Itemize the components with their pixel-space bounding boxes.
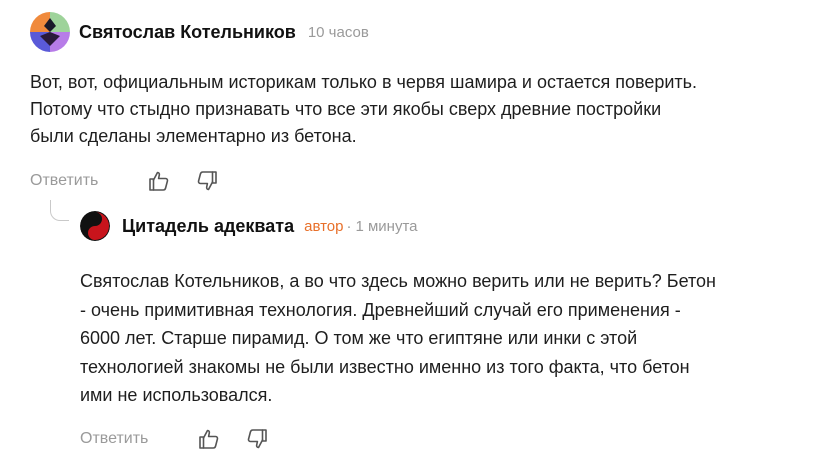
- comment-header: Святослав Котельников 10 часов: [30, 10, 810, 54]
- comment-text-line: Потому что стыдно признавать что все эти…: [30, 99, 662, 119]
- thumbs-up-icon[interactable]: [196, 426, 222, 452]
- comment-text-line: - очень примитивная технология. Древнейш…: [80, 299, 681, 320]
- comment-actions: Ответить: [80, 424, 800, 454]
- thumbs-up-icon[interactable]: [146, 168, 172, 194]
- reply-button[interactable]: Ответить: [80, 430, 148, 448]
- comment-text: Вот, вот, официальным историкам только в…: [30, 69, 810, 150]
- meta-separator: ·: [346, 217, 352, 235]
- comment-time: 1 минута: [355, 217, 418, 235]
- comment: Святослав Котельников 10 часов Вот, вот,…: [30, 10, 810, 196]
- comment-text-line: ими не использовался.: [80, 385, 273, 405]
- author-badge: автор: [304, 217, 344, 235]
- comment-header: Цитадель адеквата автор · 1 минута: [80, 204, 800, 248]
- comment-text-line: технологией знакомы не были известно име…: [80, 356, 690, 377]
- comment-text: Святослав Котельников, а во что здесь мо…: [80, 267, 800, 410]
- reply-comment: Цитадель адеквата автор · 1 минута Свято…: [80, 204, 800, 454]
- reply-button[interactable]: Ответить: [30, 172, 98, 190]
- author-name[interactable]: Святослав Котельников: [79, 22, 296, 43]
- comment-text-line: 6000 лет. Старше пирамид. О том же что е…: [80, 328, 638, 348]
- thumbs-down-icon[interactable]: [244, 426, 270, 452]
- comment-text-line: Святослав Котельников, а во что здесь мо…: [80, 271, 716, 291]
- thumbs-down-icon[interactable]: [194, 168, 220, 194]
- colorful-avatar-icon[interactable]: [30, 12, 70, 52]
- comment-text-line: были сделаны элементарно из бетона.: [30, 126, 357, 146]
- comment-time: 10 часов: [307, 23, 369, 41]
- reply-thread-line: [50, 200, 69, 221]
- comment-actions: Ответить: [30, 166, 810, 196]
- comment-text-line: Вот, вот, официальным историкам только в…: [30, 72, 698, 92]
- yin-yang-avatar-icon[interactable]: [80, 211, 110, 241]
- author-name[interactable]: Цитадель адеквата: [122, 216, 294, 237]
